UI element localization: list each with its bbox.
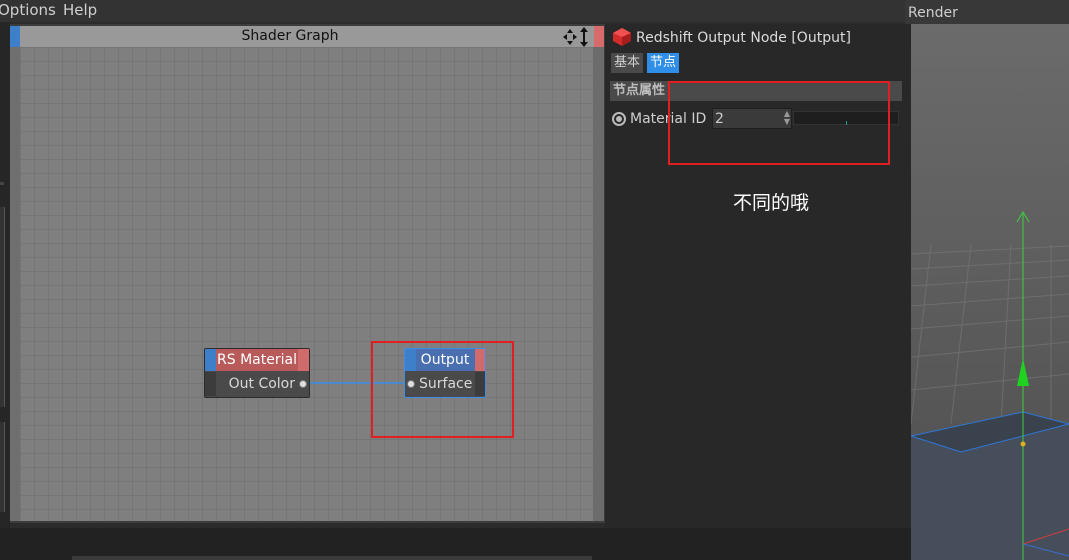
bottom-timeline-strip — [72, 556, 592, 560]
menu-help[interactable]: Help — [63, 1, 97, 19]
redshift-logo-icon — [612, 27, 632, 47]
tab-basic[interactable]: 基本 — [611, 53, 644, 73]
tab-node[interactable]: 节点 — [647, 53, 680, 73]
viewport-render-label[interactable]: Render — [908, 4, 958, 22]
out-color-label: Out Color — [228, 376, 295, 392]
move-pan-icon[interactable] — [562, 27, 592, 47]
rs-material-out-color-row: Out Color — [205, 372, 309, 396]
dock-panel-edge-lower — [0, 422, 5, 512]
node-left-tab — [205, 349, 216, 371]
shader-graph-right-tab[interactable] — [594, 26, 604, 47]
menu-bar: Options Help — [0, 0, 910, 22]
left-dock-strip — [0, 22, 10, 528]
rs-material-node-title: RS Material — [217, 352, 297, 368]
shader-graph-canvas[interactable] — [20, 47, 593, 521]
rs-material-node-header[interactable]: RS Material — [205, 349, 309, 371]
dock-divider — [0, 182, 4, 185]
dock-panel-edge — [0, 207, 5, 407]
shader-graph-left-gutter — [10, 47, 20, 521]
highlight-box-material-id — [668, 81, 890, 165]
viewport-scene — [911, 211, 1069, 560]
shader-graph-scrollbar[interactable] — [593, 47, 604, 521]
annotation-text: 不同的哦 — [733, 192, 810, 214]
node-right-tab — [298, 349, 309, 371]
highlight-box-output-node — [371, 341, 514, 438]
rs-material-node[interactable]: RS Material Out Color — [204, 348, 310, 398]
section-label: 节点属性 — [613, 83, 666, 98]
attribute-title: Redshift Output Node [Output] — [636, 30, 851, 46]
shader-graph-title: Shader Graph — [241, 28, 339, 44]
radio-dot — [616, 116, 622, 122]
3d-viewport[interactable] — [911, 24, 1069, 560]
menu-options[interactable]: Options — [0, 1, 56, 19]
out-color-port[interactable] — [299, 380, 307, 388]
